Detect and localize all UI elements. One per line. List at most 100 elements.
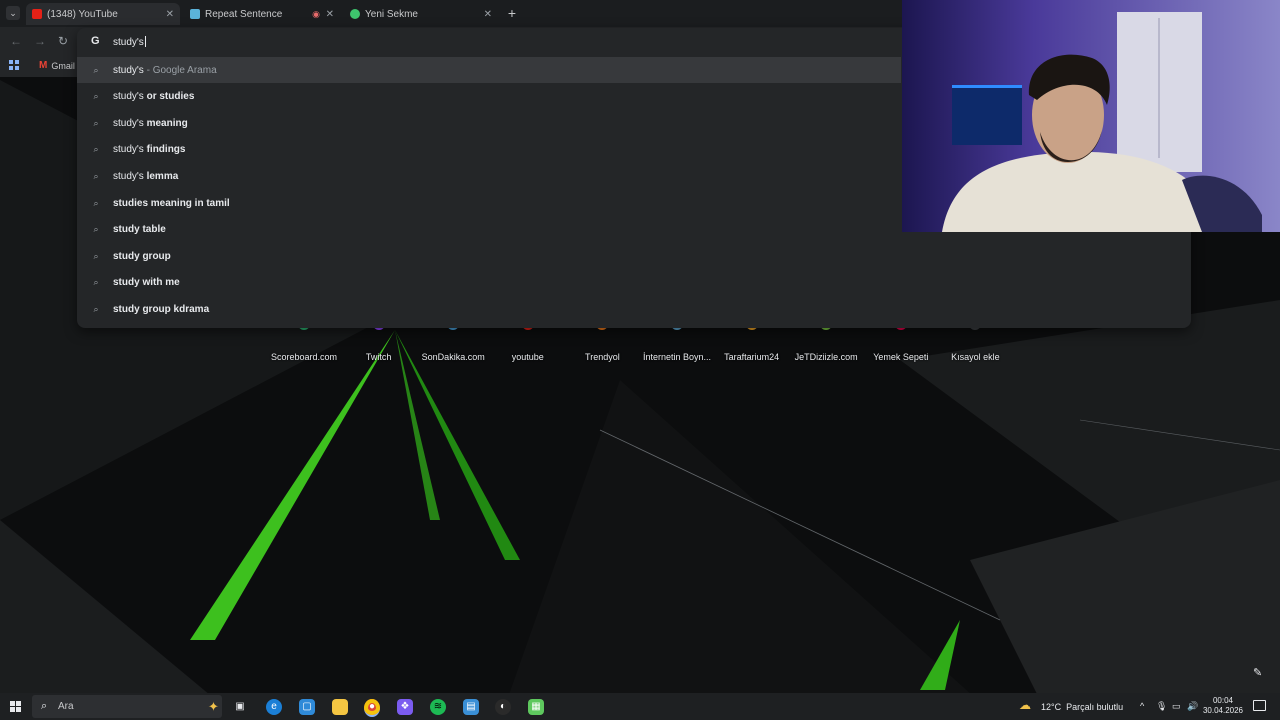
suggestion-item[interactable]: ⌕ study group kdrama	[77, 296, 901, 322]
suggestion-text: study's findings	[113, 144, 185, 155]
clock-date[interactable]: 30.04.2026	[1196, 706, 1250, 716]
suggestion-prefix: study's	[113, 91, 147, 103]
tab-title: (1348) YouTube	[47, 8, 118, 20]
suggestion-completion: studies meaning in tamil	[113, 197, 230, 209]
network-icon[interactable]: ▭	[1172, 701, 1181, 712]
shortcut-label[interactable]: JeTDiziizle.com	[789, 352, 863, 362]
weather-partly-cloudy-icon[interactable]: ☁	[1019, 698, 1031, 712]
weather-text: Parçalı bulutlu	[1066, 702, 1124, 712]
suggestion-item[interactable]: ⌕ study's findings	[77, 137, 901, 163]
app-icon[interactable]: ▦	[528, 699, 544, 715]
task-view-icon[interactable]: ▣	[232, 699, 248, 715]
bookmark-gmail[interactable]: M Gmail	[39, 60, 75, 71]
shortcut-label[interactable]: Kısayol ekle	[938, 352, 1012, 362]
tab-title: Repeat Sentence	[205, 8, 283, 20]
microphone-icon[interactable]: 🎙	[1156, 701, 1167, 712]
search-icon: ⌕	[93, 144, 99, 155]
tab-youtube[interactable]: (1348) YouTube ✕	[26, 3, 180, 25]
search-icon: ⌕	[93, 224, 99, 235]
search-icon: ⌕	[93, 117, 99, 128]
suggestion-text: study group kdrama	[113, 304, 209, 315]
chrome-newtab-icon	[350, 9, 360, 19]
windows-start-icon[interactable]	[10, 701, 21, 712]
chevron-up-icon[interactable]: ^	[1140, 701, 1144, 711]
spotify-icon[interactable]: ≋	[430, 699, 446, 715]
shortcut-label[interactable]: Twitch	[342, 352, 416, 362]
tab-title: Yeni Sekme	[365, 8, 418, 20]
text-caret	[144, 36, 146, 47]
suggestion-completion: study group	[113, 250, 171, 262]
suggestion-text: study's - Google Arama	[113, 65, 217, 76]
search-icon: ⌕	[93, 197, 99, 208]
search-icon: ⌕	[93, 303, 99, 314]
suggestion-item[interactable]: ⌕ study's meaning	[77, 110, 901, 136]
webcam-overlay	[902, 0, 1280, 232]
address-input[interactable]: study's	[113, 36, 146, 48]
obs-icon[interactable]: ◐	[495, 699, 511, 715]
search-icon: ⌕	[41, 700, 48, 712]
sparkle-icon: ✦	[208, 699, 219, 714]
apps-grid-icon[interactable]	[9, 60, 19, 70]
copilot-icon[interactable]: ❖	[397, 699, 413, 715]
windows-taskbar: ⌕ Ara ✦ ▣ e ▢ ● ❖ ≋ ▤ ◐ ▦ ☁ 12°C Parçalı…	[0, 693, 1280, 720]
suggestion-item[interactable]: ⌕ study's - Google Arama	[77, 57, 901, 83]
new-tab-button[interactable]: +	[505, 5, 519, 21]
youtube-icon	[32, 9, 42, 19]
suggestion-item[interactable]: ⌕ study with me	[77, 270, 901, 296]
shortcut-label[interactable]: Scoreboard.com	[267, 352, 341, 362]
taskbar-search-box[interactable]: ⌕ Ara ✦	[32, 695, 222, 718]
reload-icon[interactable]: ↻	[58, 34, 68, 48]
tab-repeat-sentence[interactable]: Repeat Sentence ◉ ✕	[184, 3, 340, 25]
weather-widget[interactable]: 12°C Parçalı bulutlu	[1041, 702, 1123, 712]
search-icon: ⌕	[93, 277, 99, 288]
customize-pencil-icon[interactable]: ✎	[1253, 666, 1262, 679]
suggestion-completion: study table	[113, 224, 166, 236]
file-explorer-icon[interactable]	[332, 699, 348, 715]
edge-icon[interactable]: e	[266, 699, 282, 715]
tab-new-tab[interactable]: Yeni Sekme ✕	[344, 3, 498, 25]
suggestion-prefix: study's	[113, 64, 144, 76]
search-icon: ⌕	[93, 170, 99, 181]
back-icon[interactable]: ←	[10, 34, 22, 48]
forward-icon[interactable]: →	[34, 34, 46, 48]
suggestion-text: study with me	[113, 277, 180, 288]
app-icon[interactable]: ▤	[463, 699, 479, 715]
shortcut-label[interactable]: İnternetin Boyn...	[640, 352, 714, 362]
close-tab-icon[interactable]: ✕	[484, 9, 492, 20]
suggestion-completion: meaning	[146, 117, 188, 129]
shortcut-label[interactable]: Taraftarium24	[715, 352, 789, 362]
suggestion-item[interactable]: ⌕ study's or studies	[77, 84, 901, 110]
suggestion-completion: study group kdrama	[113, 303, 210, 315]
repeat-sentence-icon	[190, 9, 200, 19]
suggestion-text: studies meaning in tamil	[113, 198, 230, 209]
suggestion-completion: findings	[146, 144, 186, 156]
suggestion-item[interactable]: ⌕ study table	[77, 217, 901, 243]
notification-icon[interactable]	[1253, 700, 1266, 711]
suggestion-item[interactable]: ⌕ study group	[77, 243, 901, 269]
clock-time[interactable]: 00:04	[1208, 696, 1238, 706]
suggestion-text: study table	[113, 224, 166, 235]
close-tab-icon[interactable]: ✕	[326, 9, 334, 20]
tab-search-button[interactable]: ⌄	[6, 6, 20, 20]
suggestion-text: study's meaning	[113, 118, 188, 129]
suggestion-item[interactable]: ⌕ studies meaning in tamil	[77, 190, 901, 216]
chrome-icon[interactable]: ●	[364, 699, 380, 717]
suggestion-item[interactable]: ⌕ study's lemma	[77, 163, 901, 189]
suggestion-completion: lemma	[146, 170, 179, 182]
store-icon[interactable]: ▢	[299, 699, 315, 715]
shortcut-label[interactable]: youtube	[491, 352, 565, 362]
suggestion-prefix: study's	[113, 117, 147, 129]
shortcut-label[interactable]: Trendyol	[565, 352, 639, 362]
suggestion-completion: or studies	[146, 91, 195, 103]
suggestion-prefix: study's	[113, 170, 147, 182]
search-icon: ⌕	[93, 64, 99, 75]
weather-temp: 12°C	[1041, 702, 1062, 712]
suggestion-text: study's or studies	[113, 91, 194, 102]
shortcut-label[interactable]: SonDakika.com	[416, 352, 490, 362]
address-input-value: study's	[113, 37, 144, 48]
close-tab-icon[interactable]: ✕	[166, 9, 174, 20]
shortcut-label[interactable]: Yemek Sepeti	[864, 352, 938, 362]
bookmark-label: Gmail	[51, 60, 75, 71]
suggestion-prefix: study's	[113, 144, 147, 156]
recording-icon: ◉	[312, 8, 320, 19]
